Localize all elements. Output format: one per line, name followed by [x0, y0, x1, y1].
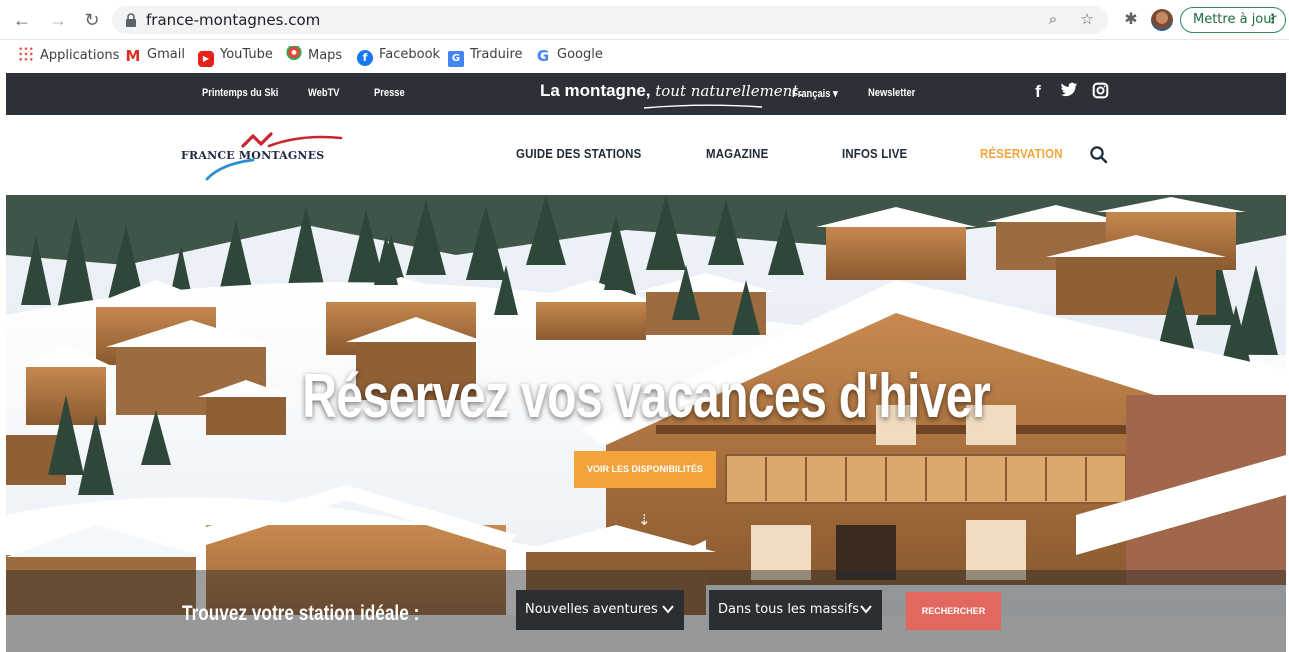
update-label: Mettre à jour [1193, 12, 1277, 27]
tagline-swoosh-icon [643, 104, 763, 109]
back-icon[interactable]: ← [10, 8, 34, 32]
bookmark-label: YouTube [220, 47, 273, 62]
profile-avatar[interactable] [1151, 9, 1173, 31]
aventures-select[interactable]: Nouvelles aventures [516, 590, 684, 630]
tagline-italic: tout naturellement. [655, 82, 804, 100]
bookmark-applications[interactable]: Applications [18, 46, 119, 64]
menu-dots-icon[interactable]: ⋮ [1266, 8, 1279, 32]
bookmark-label: Google [557, 47, 603, 62]
bookmark-gmail[interactable]: M Gmail [125, 46, 185, 64]
logo-text: FRANCE MONTAGNES [181, 149, 325, 162]
url-text: france-montagnes.com [146, 11, 321, 29]
browser-toolbar: ← → ↻ france-montagnes.com ⌕ ☆ ✱ Mettre … [0, 0, 1289, 40]
facebook-icon[interactable]: f [1028, 82, 1048, 102]
bookmarks-bar: Applications M Gmail ▶ YouTube Maps f Faceb… [0, 40, 1289, 70]
nav-reservation[interactable]: RÉSERVATION [980, 146, 1063, 161]
topbar-link-webtv[interactable]: WebTV [308, 87, 340, 99]
update-button[interactable]: Mettre à jour ⋮ [1180, 7, 1286, 33]
language-selector[interactable]: Français ▾ [792, 87, 838, 100]
topbar-link-presse[interactable]: Presse [374, 87, 405, 99]
bookmark-label: Traduire [470, 47, 523, 62]
chevron-down-icon [860, 605, 872, 614]
aventures-select-value: Nouvelles aventures [525, 602, 658, 617]
station-search-bar: Trouvez votre station idéale : Nouvelles… [6, 570, 1286, 652]
twitter-icon[interactable] [1059, 82, 1079, 102]
bookmark-label: Maps [308, 48, 343, 63]
zoom-icon[interactable]: ⌕ [1042, 9, 1064, 31]
bookmark-google[interactable]: G Google [535, 46, 603, 64]
bookmark-youtube[interactable]: ▶ YouTube [198, 46, 273, 67]
lock-icon [126, 13, 136, 27]
hero-title: Réservez vos vacances d'hiver [302, 362, 991, 431]
instagram-icon[interactable] [1090, 82, 1110, 102]
massifs-select-value: Dans tous les massifs [718, 602, 859, 617]
gmail-icon: M [125, 47, 141, 65]
forward-icon[interactable]: → [46, 8, 70, 32]
chevron-down-icon [662, 605, 674, 614]
search-button[interactable]: RECHERCHER [906, 592, 1001, 630]
extensions-icon[interactable]: ✱ [1120, 9, 1142, 31]
station-search-label: Trouvez votre station idéale : [182, 602, 420, 625]
bookmark-label: Facebook [379, 47, 441, 62]
nav-magazine[interactable]: MAGAZINE [706, 146, 768, 161]
bookmark-star-icon[interactable]: ☆ [1076, 9, 1098, 31]
availability-button[interactable]: VOIR LES DISPONIBILITÉS [574, 451, 716, 488]
search-icon[interactable] [1089, 145, 1109, 165]
maps-pin-icon [286, 46, 302, 62]
nav-infos-live[interactable]: INFOS LIVE [842, 146, 907, 161]
apps-grid-icon [18, 46, 34, 62]
scroll-down-icon[interactable]: ⇣ [638, 511, 651, 529]
site-header: FRANCE MONTAGNES GUIDE DES STATIONS MAGA… [6, 115, 1286, 195]
bookmark-facebook[interactable]: f Facebook [357, 46, 441, 66]
bookmark-traduire[interactable]: G Traduire [448, 46, 523, 67]
bookmark-label: Gmail [147, 47, 185, 62]
facebook-icon: f [357, 50, 373, 66]
bookmark-maps[interactable]: Maps [286, 46, 342, 64]
site-topbar: Printemps du Ski WebTV Presse La montagn… [6, 73, 1286, 115]
translate-icon: G [448, 51, 464, 67]
address-bar[interactable]: france-montagnes.com ⌕ ☆ [112, 6, 1108, 34]
nav-guide-des-stations[interactable]: GUIDE DES STATIONS [516, 146, 641, 161]
bookmark-label: Applications [40, 48, 120, 63]
france-montagnes-logo[interactable]: FRANCE MONTAGNES [181, 124, 351, 184]
youtube-icon: ▶ [198, 51, 214, 67]
google-icon: G [536, 47, 550, 65]
reload-icon[interactable]: ↻ [80, 8, 104, 32]
hero-banner: Réservez vos vacances d'hiver VOIR LES D… [6, 195, 1286, 652]
topbar-link-newsletter[interactable]: Newsletter [868, 87, 915, 99]
massifs-select[interactable]: Dans tous les massifs [709, 590, 882, 630]
site-tagline: La montagne, tout naturellement. [540, 81, 803, 101]
topbar-link-printemps[interactable]: Printemps du Ski [202, 87, 278, 99]
tagline-bold: La montagne, [540, 81, 651, 100]
carousel-next-icon[interactable]: › [1240, 471, 1249, 502]
